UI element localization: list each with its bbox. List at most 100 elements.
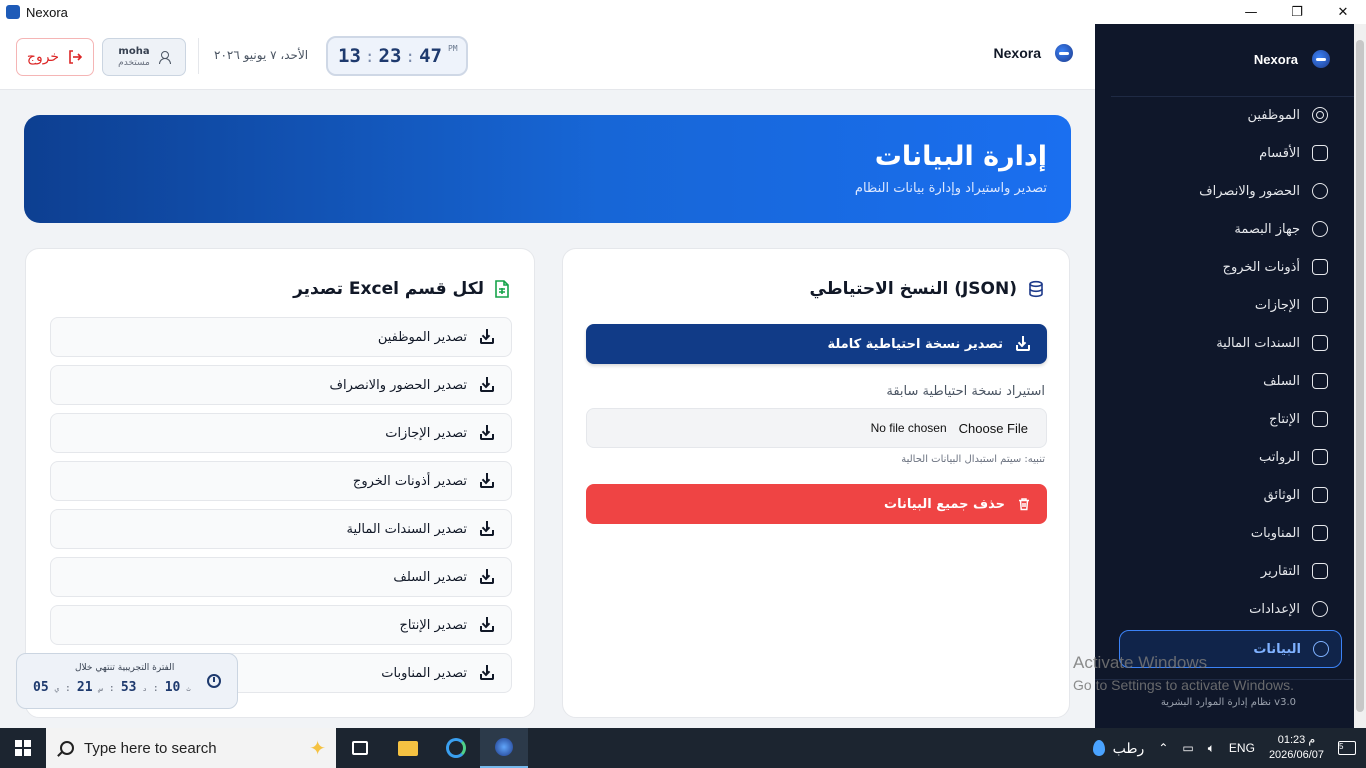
page-banner: إدارة البيانات تصدير واستيراد وإدارة بيا…	[24, 115, 1071, 223]
windows-logo-icon	[15, 740, 31, 756]
logout-label: خروج	[26, 49, 60, 65]
window-scrollbar[interactable]	[1354, 24, 1366, 728]
sidebar-item-exit-permits[interactable]: أذونات الخروج	[1095, 248, 1354, 286]
download-icon	[1015, 336, 1031, 352]
door-icon	[1312, 259, 1328, 275]
app-logo-icon	[6, 5, 20, 19]
import-warning: تنبيه: سيتم استبدال البيانات الحالية	[901, 454, 1045, 465]
sidebar-item-documents[interactable]: الوثائق	[1095, 476, 1354, 514]
network-icon[interactable]: ▭	[1182, 741, 1193, 755]
choose-file-button[interactable]: Choose File	[959, 421, 1028, 436]
sparkle-icon: ✦	[309, 737, 326, 760]
top-header: Nexora 13 : 23 : 47 PM الأحد، ٧ يونيو ٢٠…	[0, 24, 1095, 90]
folder-icon	[398, 740, 418, 756]
trash-icon	[1019, 498, 1029, 511]
sidebar-item-advances[interactable]: السلف	[1095, 362, 1354, 400]
header-brand: Nexora	[994, 44, 1073, 62]
export-production-button[interactable]: تصدير الإنتاج	[50, 605, 512, 645]
nexora-icon	[495, 738, 513, 756]
task-view-button[interactable]	[336, 728, 384, 768]
logout-button[interactable]: خروج	[16, 38, 94, 76]
trial-label: الفترة التجريبية تنتهي خلال	[75, 663, 175, 673]
sidebar-item-employees[interactable]: الموظفين	[1095, 96, 1354, 134]
export-attendance-button[interactable]: تصدير الحضور والانصراف	[50, 365, 512, 405]
excel-export-card: تصدير Excel لكل قسم تصدير الموظفين تصدير…	[25, 248, 535, 718]
sidebar-footer: نظام إدارة الموارد البشرية v3.0	[1160, 697, 1296, 708]
database-icon	[1029, 280, 1043, 298]
sidebar-nav: الموظفين الأقسام الحضور والانصراف جهاز ا…	[1095, 96, 1354, 668]
export-advances-button[interactable]: تصدير السلف	[50, 557, 512, 597]
spreadsheet-file-icon	[495, 280, 509, 298]
language-indicator[interactable]: ENG	[1229, 741, 1255, 755]
backup-file-input[interactable]: No file chosen Choose File	[586, 408, 1047, 448]
download-icon	[479, 569, 495, 585]
sidebar-item-departments[interactable]: الأقسام	[1095, 134, 1354, 172]
weather-widget[interactable]: رطب	[1092, 740, 1144, 757]
file-explorer-button[interactable]	[384, 728, 432, 768]
sidebar-item-salaries[interactable]: الرواتب	[1095, 438, 1354, 476]
notifications-icon[interactable]: 5	[1338, 741, 1356, 755]
sidebar-item-leaves[interactable]: الإجازات	[1095, 286, 1354, 324]
sidebar-item-fingerprint[interactable]: جهاز البصمة	[1095, 210, 1354, 248]
clock-minutes: 23	[378, 45, 402, 67]
logout-icon	[69, 50, 83, 64]
backup-card-header: النسخ الاحتياطي (JSON)	[809, 279, 1045, 299]
task-view-icon	[352, 741, 368, 755]
sidebar: Nexora الموظفين الأقسام الحضور والانصراف…	[1095, 24, 1354, 728]
taskbar-clock[interactable]: 01:23 م 2026/06/07	[1269, 733, 1324, 763]
wallet-icon	[1312, 449, 1328, 465]
export-employees-button[interactable]: تصدير الموظفين	[50, 317, 512, 357]
nexora-taskbar-button[interactable]	[480, 728, 528, 768]
export-full-backup-label: تصدير نسخة احتياطية كاملة	[827, 336, 1003, 352]
raindrop-icon	[1092, 740, 1105, 756]
database-icon	[1313, 641, 1329, 657]
chevron-up-icon[interactable]: ⌃	[1158, 741, 1168, 755]
sidebar-item-settings[interactable]: الإعدادات	[1095, 590, 1354, 628]
calendar-icon	[1312, 297, 1328, 313]
start-button[interactable]	[0, 728, 46, 768]
clock-seconds: 47	[419, 45, 442, 67]
window-scroll-thumb[interactable]	[1356, 40, 1364, 712]
download-icon	[479, 473, 495, 489]
export-exit-permits-button[interactable]: تصدير أذونات الخروج	[50, 461, 512, 501]
sidebar-item-shifts[interactable]: المناوبات	[1095, 514, 1354, 552]
user-role: مستخدم	[118, 57, 150, 68]
users-icon	[1312, 107, 1328, 123]
download-icon	[479, 521, 495, 537]
sidebar-item-attendance[interactable]: الحضور والانصراف	[1095, 172, 1354, 210]
fingerprint-icon	[1312, 221, 1328, 237]
clock-ampm: PM	[447, 44, 458, 53]
download-icon	[479, 425, 495, 441]
brand-name: Nexora	[993, 45, 1041, 61]
user-profile-button[interactable]: moha مستخدم	[102, 38, 186, 76]
export-full-backup-button[interactable]: تصدير نسخة احتياطية كاملة	[586, 324, 1047, 364]
export-leaves-button[interactable]: تصدير الإجازات	[50, 413, 512, 453]
clock-icon	[1312, 183, 1328, 199]
sidebar-logo-icon	[1312, 50, 1330, 68]
minimize-button[interactable]: —	[1228, 0, 1274, 24]
document-icon	[1312, 487, 1328, 503]
sidebar-item-production[interactable]: الإنتاج	[1095, 400, 1354, 438]
download-icon	[479, 665, 495, 681]
edge-icon	[446, 738, 466, 758]
activate-windows-watermark: Activate Windows Go to Settings to activ…	[1073, 653, 1294, 693]
backup-title: النسخ الاحتياطي (JSON)	[809, 279, 1017, 299]
sidebar-item-financial-vouchers[interactable]: السندات المالية	[1095, 324, 1354, 362]
delete-all-data-button[interactable]: حذف جميع البيانات	[586, 484, 1047, 524]
digital-clock: 13 : 23 : 47 PM	[326, 36, 468, 76]
header-date: الأحد، ٧ يونيو ٢٠٢٦	[214, 48, 309, 62]
window-titlebar: Nexora — ❐ ✕	[0, 0, 1366, 24]
download-icon	[479, 617, 495, 633]
edge-button[interactable]	[432, 728, 480, 768]
maximize-button[interactable]: ❐	[1274, 0, 1320, 24]
close-button[interactable]: ✕	[1320, 0, 1366, 24]
trial-countdown: الفترة التجريبية تنتهي خلال 05 ي: 21 س: 53…	[16, 653, 238, 709]
taskbar-search[interactable]: Type here to search ✦	[46, 728, 336, 768]
clock-hours: 13	[338, 45, 361, 67]
header-divider	[198, 38, 199, 74]
delete-all-data-label: حذف جميع البيانات	[884, 496, 1005, 512]
volume-icon[interactable]: 🔈︎	[1208, 741, 1215, 756]
trial-minutes: 53	[120, 680, 137, 695]
sidebar-item-reports[interactable]: التقارير	[1095, 552, 1354, 590]
export-financial-vouchers-button[interactable]: تصدير السندات المالية	[50, 509, 512, 549]
